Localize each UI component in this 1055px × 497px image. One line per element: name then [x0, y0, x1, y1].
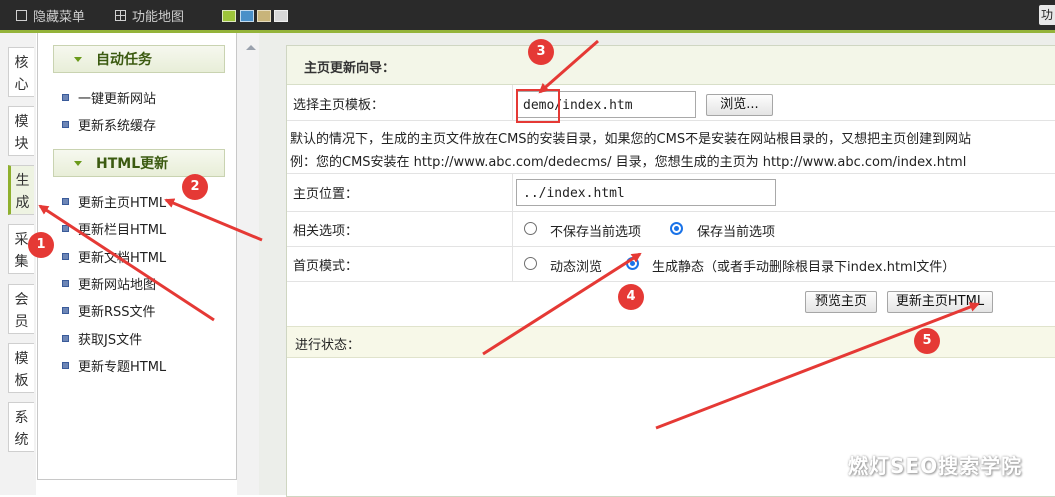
- annotation-arrows: [38, 39, 980, 430]
- step-badge-4: 4: [618, 284, 644, 310]
- arrow-2: [164, 198, 263, 242]
- step-badge-2: 2: [182, 174, 208, 200]
- step-badge-1: 1: [28, 232, 54, 258]
- arrow-1: [38, 204, 215, 322]
- step-badge-3: 3: [528, 39, 554, 65]
- step-badge-5: 5: [914, 328, 940, 354]
- watermark-text: 燃灯SEO搜索学院: [848, 454, 1023, 478]
- arrow-5: [655, 302, 980, 430]
- arrow-4: [482, 252, 642, 356]
